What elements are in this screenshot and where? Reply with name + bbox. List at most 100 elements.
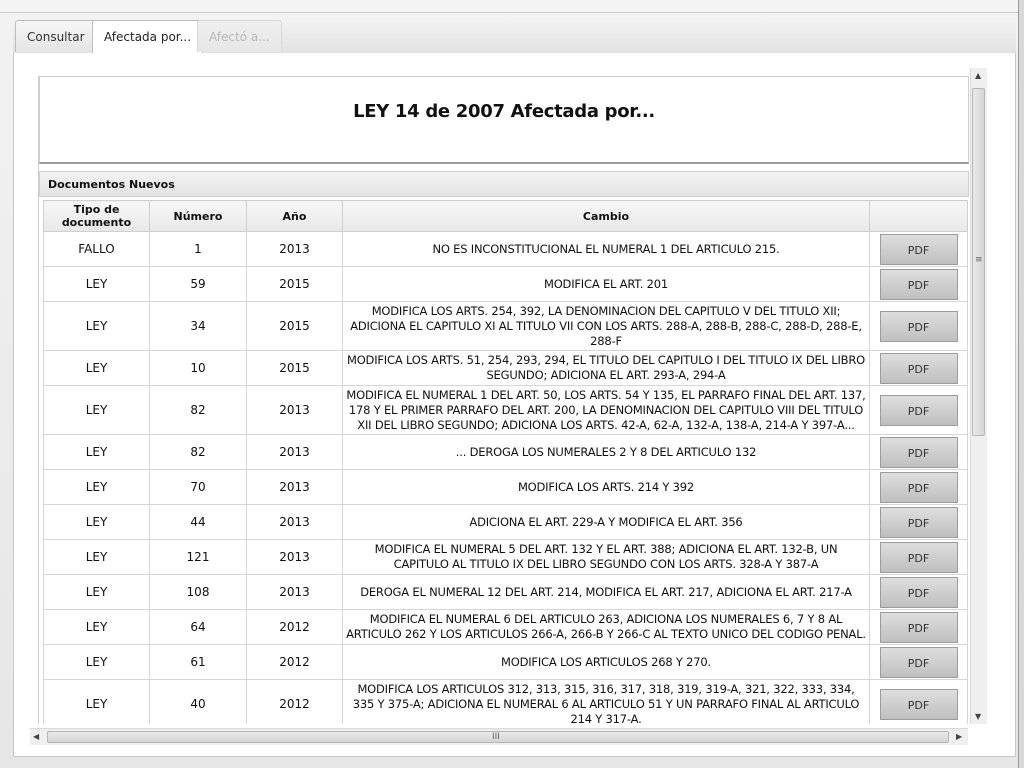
cell-cambio: DEROGA EL NUMERAL 12 DEL ART. 214, MODIF…	[342, 574, 870, 610]
cell-action: PDF	[869, 301, 968, 351]
cell-action: PDF	[869, 469, 968, 505]
scroll-left-arrow-icon[interactable]: ◀	[33, 732, 39, 741]
cell-tipo: LEY	[43, 301, 150, 351]
tab-afecto-a: Afectó a...	[197, 20, 282, 52]
section-header: Documentos Nuevos	[39, 171, 969, 197]
cell-tipo: LEY	[43, 469, 150, 505]
cell-action: PDF	[869, 385, 968, 435]
vertical-scroll-thumb[interactable]: ≡	[972, 88, 985, 436]
table-row: LEY 108 2013 DEROGA EL NUMERAL 12 DEL AR…	[43, 574, 968, 610]
cell-numero: 82	[149, 385, 247, 435]
cell-numero: 44	[149, 504, 247, 540]
cell-tipo: FALLO	[43, 231, 150, 267]
cell-numero: 34	[149, 301, 247, 351]
cell-anio: 2012	[246, 679, 343, 724]
cell-numero: 70	[149, 469, 247, 505]
pdf-button[interactable]: PDF	[879, 352, 958, 384]
cell-cambio: MODIFICA EL ART. 201	[342, 266, 870, 302]
cell-cambio: MODIFICA EL NUMERAL 1 DEL ART. 50, LOS A…	[342, 385, 870, 435]
cell-tipo: LEY	[43, 266, 150, 302]
tab-bar: Consultar Afectada por... Afectó a...	[13, 16, 1016, 54]
pdf-button[interactable]: PDF	[879, 611, 958, 643]
cell-tipo: LEY	[43, 350, 150, 386]
tab-afectada-por[interactable]: Afectada por...	[92, 20, 204, 54]
cell-anio: 2013	[246, 539, 343, 575]
cell-numero: 59	[149, 266, 247, 302]
report-viewport: LEY 14 de 2007 Afectada por... Documento…	[38, 76, 971, 724]
cell-tipo: LEY	[43, 679, 150, 724]
tab-consultar[interactable]: Consultar	[15, 20, 97, 52]
cell-numero: 64	[149, 609, 247, 645]
cell-action: PDF	[869, 231, 968, 267]
pdf-button[interactable]: PDF	[879, 506, 958, 538]
cell-tipo: LEY	[43, 385, 150, 435]
cell-numero: 82	[149, 434, 247, 470]
table-row: LEY 82 2013 MODIFICA EL NUMERAL 1 DEL AR…	[43, 385, 968, 435]
pdf-button[interactable]: PDF	[879, 310, 958, 342]
column-header-anio: Año	[246, 200, 343, 232]
table-row: FALLO 1 2013 NO ES INCONSTITUCIONAL EL N…	[43, 231, 968, 267]
table-row: LEY 10 2015 MODIFICA LOS ARTS. 51, 254, …	[43, 350, 968, 386]
horizontal-scrollbar[interactable]: ◀ III ▶	[30, 728, 968, 745]
cell-action: PDF	[869, 434, 968, 470]
cell-tipo: LEY	[43, 574, 150, 610]
grip-icon: ≡	[975, 255, 983, 265]
documents-table: Tipo de documento Número Año Cambio FALL…	[43, 200, 968, 724]
application-window: Consultar Afectada por... Afectó a... LE…	[0, 0, 1019, 768]
column-header-cambio: Cambio	[342, 200, 870, 232]
cell-cambio: NO ES INCONSTITUCIONAL EL NUMERAL 1 DEL …	[342, 231, 870, 267]
cell-tipo: LEY	[43, 644, 150, 680]
table-row: LEY 64 2012 MODIFICA EL NUMERAL 6 DEL AR…	[43, 609, 968, 645]
cell-anio: 2015	[246, 301, 343, 351]
table-row: LEY 44 2013 ADICIONA EL ART. 229-A Y MOD…	[43, 504, 968, 540]
cell-numero: 61	[149, 644, 247, 680]
table-row: LEY 40 2012 MODIFICA LOS ARTICULOS 312, …	[43, 679, 968, 724]
report-header: LEY 14 de 2007 Afectada por...	[39, 76, 969, 164]
section-title: Documentos Nuevos	[48, 178, 175, 191]
table-row: LEY 59 2015 MODIFICA EL ART. 201 PDF	[43, 266, 968, 302]
cell-numero: 1	[149, 231, 247, 267]
pdf-button[interactable]: PDF	[879, 394, 958, 426]
pdf-button[interactable]: PDF	[879, 541, 958, 573]
cell-cambio: MODIFICA LOS ARTICULOS 268 Y 270.	[342, 644, 870, 680]
column-header-numero: Número	[149, 200, 247, 232]
cell-cambio: MODIFICA EL NUMERAL 6 DEL ARTICULO 263, …	[342, 609, 870, 645]
cell-cambio: ADICIONA EL ART. 229-A Y MODIFICA EL ART…	[342, 504, 870, 540]
pdf-button[interactable]: PDF	[879, 576, 958, 608]
scroll-down-arrow-icon[interactable]: ▼	[975, 712, 981, 721]
page-title: LEY 14 de 2007 Afectada por...	[353, 101, 655, 122]
pdf-button[interactable]: PDF	[879, 688, 958, 720]
cell-anio: 2013	[246, 469, 343, 505]
cell-tipo: LEY	[43, 539, 150, 575]
vertical-scrollbar[interactable]: ▲ ≡ ▼	[970, 68, 987, 724]
pdf-button[interactable]: PDF	[879, 268, 958, 300]
scroll-right-arrow-icon[interactable]: ▶	[956, 732, 962, 741]
window-top-bar	[0, 0, 1018, 13]
pdf-button[interactable]: PDF	[879, 471, 958, 503]
cell-anio: 2013	[246, 434, 343, 470]
cell-action: PDF	[869, 504, 968, 540]
cell-cambio: MODIFICA LOS ARTS. 254, 392, LA DENOMINA…	[342, 301, 870, 351]
horizontal-scroll-thumb[interactable]: III	[47, 731, 949, 743]
pdf-button[interactable]: PDF	[879, 646, 958, 678]
cell-numero: 108	[149, 574, 247, 610]
grip-icon: III	[492, 732, 500, 742]
cell-cambio: MODIFICA LOS ARTS. 51, 254, 293, 294, EL…	[342, 350, 870, 386]
cell-numero: 121	[149, 539, 247, 575]
pdf-button[interactable]: PDF	[879, 436, 958, 468]
cell-anio: 2015	[246, 266, 343, 302]
cell-cambio: MODIFICA LOS ARTS. 214 Y 392	[342, 469, 870, 505]
cell-action: PDF	[869, 574, 968, 610]
cell-anio: 2012	[246, 609, 343, 645]
scroll-up-arrow-icon[interactable]: ▲	[975, 71, 981, 80]
table-row: LEY 121 2013 MODIFICA EL NUMERAL 5 DEL A…	[43, 539, 968, 575]
cell-action: PDF	[869, 350, 968, 386]
cell-anio: 2013	[246, 504, 343, 540]
pdf-button[interactable]: PDF	[879, 233, 958, 265]
table-row: LEY 70 2013 MODIFICA LOS ARTS. 214 Y 392…	[43, 469, 968, 505]
table-row: LEY 82 2013 ... DEROGA LOS NUMERALES 2 Y…	[43, 434, 968, 470]
cell-anio: 2012	[246, 644, 343, 680]
table-header-row: Tipo de documento Número Año Cambio	[43, 200, 968, 232]
cell-action: PDF	[869, 644, 968, 680]
cell-anio: 2015	[246, 350, 343, 386]
